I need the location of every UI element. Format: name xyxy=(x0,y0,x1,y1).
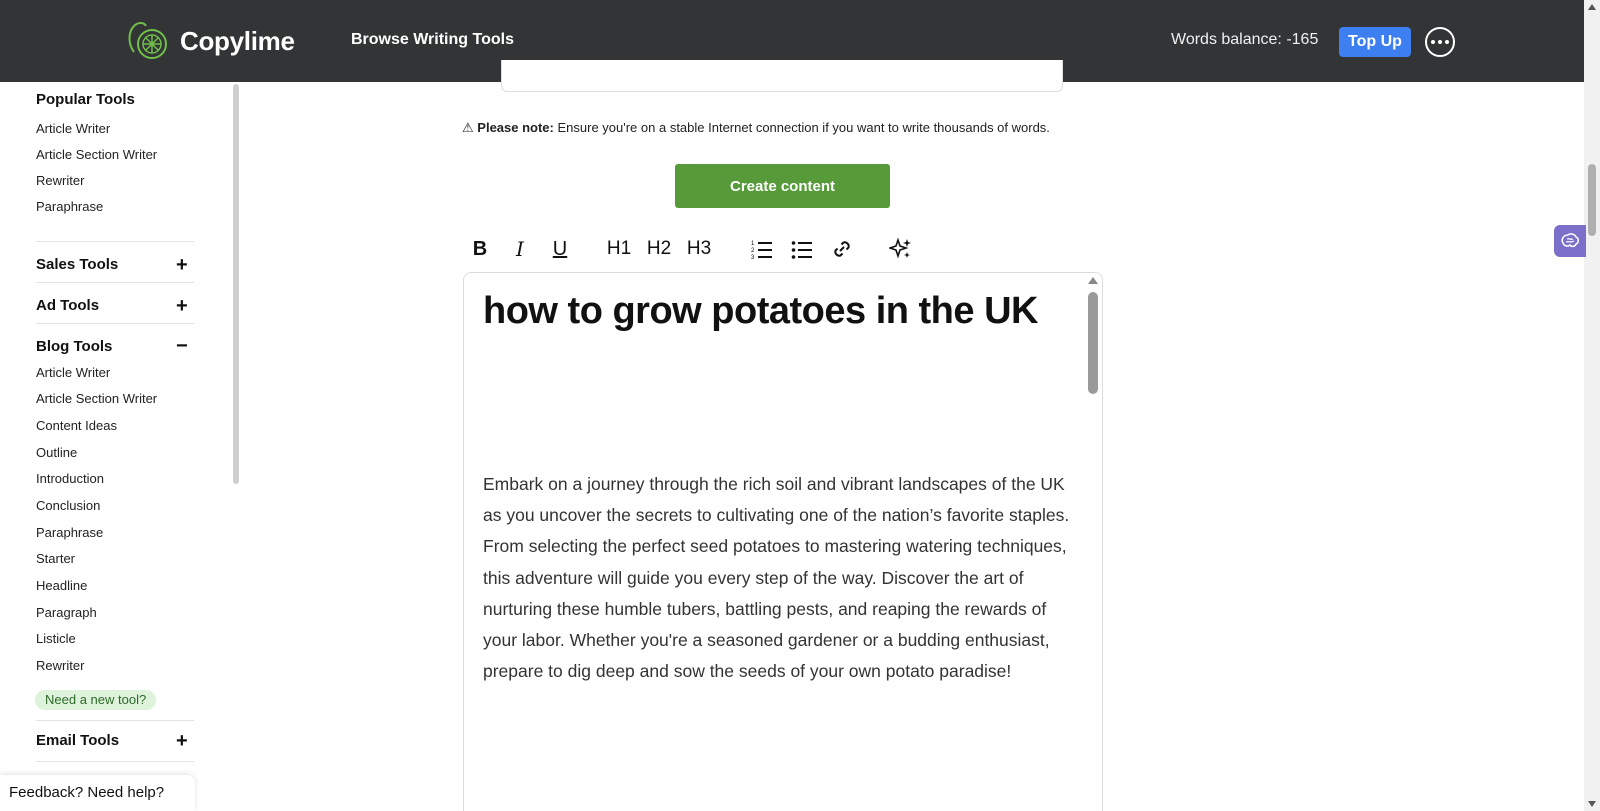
sidebar-divider xyxy=(36,323,194,324)
sidebar-item-rewriter[interactable]: Rewriter xyxy=(36,658,84,673)
sidebar-item-content-ideas[interactable]: Content Ideas xyxy=(36,418,117,433)
sidebar-item-listicle[interactable]: Listicle xyxy=(36,631,76,646)
more-dots-icon xyxy=(1438,40,1442,44)
connection-notice: ⚠ Please note: Ensure you're on a stable… xyxy=(462,120,1050,136)
more-dots-icon xyxy=(1445,40,1449,44)
notice-label: Please note: xyxy=(477,120,554,135)
lime-logo-icon xyxy=(128,22,167,59)
sparkle-icon xyxy=(889,237,911,259)
scroll-down-icon[interactable] xyxy=(1588,801,1596,807)
scroll-up-icon[interactable] xyxy=(1588,4,1596,10)
heading-3-button[interactable]: H3 xyxy=(684,234,714,264)
sidebar-item-conclusion[interactable]: Conclusion xyxy=(36,498,100,513)
logo[interactable]: Copylime xyxy=(124,18,295,64)
previous-input-box[interactable] xyxy=(501,60,1063,92)
sidebar-item-headline[interactable]: Headline xyxy=(36,578,87,593)
ordered-list-icon: 1 2 3 xyxy=(751,241,772,260)
sidebar-item-article-writer[interactable]: Article Writer xyxy=(36,365,110,380)
svg-text:1: 1 xyxy=(751,241,755,247)
content-editor[interactable]: how to grow potatoes in the UK Embark on… xyxy=(463,272,1103,811)
bullet-list-icon xyxy=(791,241,812,259)
sidebar-item-paragraph[interactable]: Paragraph xyxy=(36,605,97,620)
ordered-list-button[interactable]: 1 2 3 xyxy=(750,234,774,264)
app-name: Copylime xyxy=(180,25,295,56)
sidebar-item-rewriter[interactable]: Rewriter xyxy=(36,173,84,188)
page-scroll-thumb[interactable] xyxy=(1588,164,1596,236)
sidebar-item-paraphrase[interactable]: Paraphrase xyxy=(36,199,103,214)
words-balance: Words balance: -165 xyxy=(1171,31,1319,48)
browse-writing-tools-link[interactable]: Browse Writing Tools xyxy=(351,31,514,49)
assistant-widget-button[interactable] xyxy=(1554,225,1586,257)
feedback-help-button[interactable]: Feedback? Need help? xyxy=(0,775,195,811)
bold-button[interactable]: B xyxy=(468,234,492,264)
collapse-minus-icon[interactable]: − xyxy=(176,336,188,356)
bullet-list-button[interactable] xyxy=(790,234,814,264)
sidebar-item-starter[interactable]: Starter xyxy=(36,551,75,566)
italic-button[interactable]: I xyxy=(508,234,532,264)
svg-text:3: 3 xyxy=(751,255,755,260)
link-icon xyxy=(834,241,850,257)
brain-icon xyxy=(1561,233,1579,248)
editor-scroll-up-icon[interactable] xyxy=(1088,277,1098,284)
more-dots-icon xyxy=(1431,40,1435,44)
document-title[interactable]: how to grow potatoes in the UK xyxy=(483,289,1073,334)
heading-1-button[interactable]: H1 xyxy=(604,234,634,264)
create-content-button[interactable]: Create content xyxy=(675,164,890,208)
sidebar-item-article-writer[interactable]: Article Writer xyxy=(36,121,110,136)
expand-plus-icon[interactable]: + xyxy=(176,255,188,275)
sidebar-item-outline[interactable]: Outline xyxy=(36,445,77,460)
expand-plus-icon[interactable]: + xyxy=(176,296,188,316)
sidebar-divider xyxy=(36,282,194,283)
expand-plus-icon[interactable]: + xyxy=(176,731,188,751)
editor-scroll-thumb[interactable] xyxy=(1088,292,1098,394)
ai-sparkle-button[interactable] xyxy=(888,234,914,264)
notice-text: Ensure you're on a stable Internet conne… xyxy=(553,120,1050,135)
popular-tools-heading: Popular Tools xyxy=(36,91,135,108)
underline-button[interactable]: U xyxy=(548,234,572,264)
sidebar-item-paraphrase[interactable]: Paraphrase xyxy=(36,525,103,540)
more-options-button[interactable] xyxy=(1425,27,1455,57)
sidebar-item-article-section-writer[interactable]: Article Section Writer xyxy=(36,391,157,406)
sidebar-item-introduction[interactable]: Introduction xyxy=(36,471,104,486)
sidebar-divider xyxy=(36,761,194,762)
blog-tools-toggle[interactable]: Blog Tools xyxy=(36,338,112,355)
ad-tools-toggle[interactable]: Ad Tools xyxy=(36,297,99,314)
page-scrollbar[interactable] xyxy=(1584,0,1600,811)
sidebar-scrollbar[interactable] xyxy=(233,84,239,484)
heading-2-button[interactable]: H2 xyxy=(644,234,674,264)
sidebar-divider xyxy=(36,241,194,242)
sidebar-item-article-section-writer[interactable]: Article Section Writer xyxy=(36,147,157,162)
svg-text:2: 2 xyxy=(751,248,755,254)
sidebar-divider xyxy=(36,720,194,721)
need-new-tool-badge[interactable]: Need a new tool? xyxy=(35,690,157,710)
email-tools-toggle[interactable]: Email Tools xyxy=(36,732,119,749)
warning-icon: ⚠ xyxy=(462,120,474,135)
document-body[interactable]: Embark on a journey through the rich soi… xyxy=(483,469,1073,687)
sales-tools-toggle[interactable]: Sales Tools xyxy=(36,256,118,273)
top-up-button[interactable]: Top Up xyxy=(1339,27,1411,57)
link-button[interactable] xyxy=(830,234,854,264)
